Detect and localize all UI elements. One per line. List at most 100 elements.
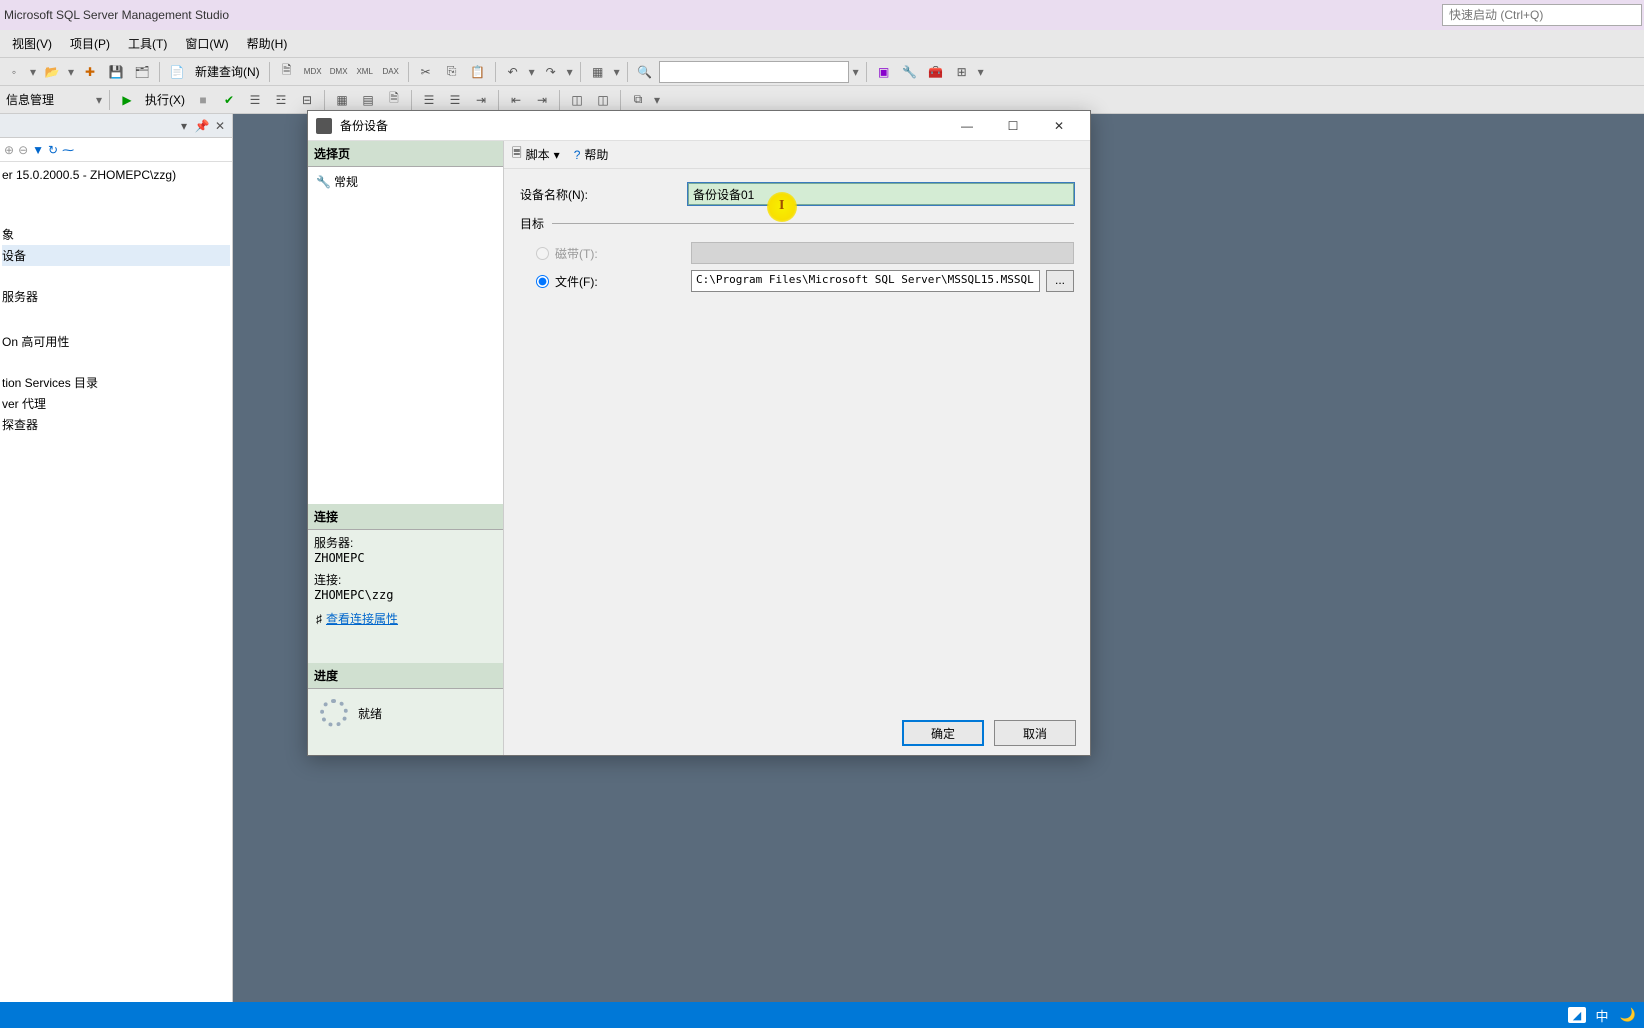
indent-icon[interactable]: ⇥: [469, 88, 493, 112]
close-button[interactable]: ✕: [1036, 111, 1082, 141]
back-dropdown-icon[interactable]: ▾: [28, 65, 38, 79]
activity-icon[interactable]: ⁓: [62, 143, 74, 157]
menu-tools[interactable]: 工具(T): [120, 31, 175, 56]
find-icon[interactable]: 🔍: [633, 60, 657, 84]
redo-icon[interactable]: ↷: [539, 60, 563, 84]
pin-icon[interactable]: 📌: [194, 118, 210, 134]
minimize-button[interactable]: —: [944, 111, 990, 141]
find-dropdown-icon[interactable]: ▾: [851, 65, 861, 79]
dax-icon[interactable]: DAX: [379, 60, 403, 84]
check-icon[interactable]: ✔: [217, 88, 241, 112]
back-icon[interactable]: ◦: [2, 60, 26, 84]
plan2-icon[interactable]: ☲: [269, 88, 293, 112]
object-explorer-tree[interactable]: er 15.0.2000.5 - ZHOMEPC\zzg) 象 设备 服务器 O…: [0, 162, 232, 1002]
results-file-icon[interactable]: 🗎: [382, 88, 406, 112]
specify2-icon[interactable]: ◫: [591, 88, 615, 112]
script-icon: 🗏: [512, 144, 522, 165]
open-dropdown-icon[interactable]: ▾: [66, 65, 76, 79]
new-query-button[interactable]: 新建查询(N): [191, 63, 264, 80]
results-text-icon[interactable]: ▤: [356, 88, 380, 112]
help-button[interactable]: 帮助: [584, 146, 608, 163]
ime-language[interactable]: 中: [1592, 1005, 1612, 1025]
undo-dropdown-icon[interactable]: ▾: [527, 65, 537, 79]
results-grid-icon[interactable]: ▦: [330, 88, 354, 112]
tree-server-node[interactable]: er 15.0.2000.5 - ZHOMEPC\zzg): [2, 166, 230, 184]
refresh-icon[interactable]: ↻: [48, 143, 58, 157]
save-icon[interactable]: 💾: [104, 60, 128, 84]
mdx-icon[interactable]: MDX: [301, 60, 325, 84]
execute-icon[interactable]: ▶: [115, 88, 139, 112]
extension-icon[interactable]: ▣: [872, 60, 896, 84]
disconnect-icon[interactable]: ⊖: [18, 143, 28, 157]
taskbar[interactable]: ◢ 中 🌙: [0, 1002, 1644, 1028]
ime-mode-icon[interactable]: 🌙: [1618, 1005, 1638, 1025]
uncomment-icon[interactable]: ☰: [443, 88, 467, 112]
undo-icon[interactable]: ↶: [501, 60, 525, 84]
quick-launch-input[interactable]: [1442, 4, 1642, 26]
new-query-icon[interactable]: 📄: [165, 60, 189, 84]
maximize-button[interactable]: ☐: [990, 111, 1036, 141]
tree-item[interactable]: 探查器: [2, 414, 230, 435]
tree-item[interactable]: 服务器: [2, 286, 230, 307]
database-dropdown-icon[interactable]: ▾: [94, 93, 104, 107]
file-path-input[interactable]: C:\Program Files\Microsoft SQL Server\MS…: [691, 270, 1040, 292]
separator: [324, 90, 325, 110]
open-icon[interactable]: 📂: [40, 60, 64, 84]
connect-icon[interactable]: ⊕: [4, 143, 14, 157]
menu-project[interactable]: 项目(P): [62, 31, 118, 56]
execute-button[interactable]: 执行(X): [141, 91, 189, 108]
file-radio[interactable]: [536, 275, 549, 288]
paste-icon[interactable]: 📋: [466, 60, 490, 84]
new-icon[interactable]: ✚: [78, 60, 102, 84]
tree-item[interactable]: tion Services 目录: [2, 372, 230, 393]
live-plan-icon[interactable]: ⊟: [295, 88, 319, 112]
page-general[interactable]: 🔧 常规: [314, 171, 497, 192]
view-connection-link[interactable]: 查看连接属性: [326, 610, 398, 627]
query-type-icon[interactable]: 🗎: [275, 60, 299, 84]
dialog-title-bar[interactable]: 备份设备 — ☐ ✕: [308, 111, 1090, 141]
tree-item[interactable]: On 高可用性: [2, 331, 230, 352]
options-dropdown-icon[interactable]: ▾: [652, 93, 662, 107]
browse-button[interactable]: ...: [1046, 270, 1074, 292]
panel-dropdown-icon[interactable]: ▾: [176, 118, 192, 134]
redo-dropdown-icon[interactable]: ▾: [565, 65, 575, 79]
tree-item[interactable]: ver 代理: [2, 393, 230, 414]
layout-dropdown-icon[interactable]: ▾: [976, 65, 986, 79]
indent2-icon[interactable]: ⇥: [530, 88, 554, 112]
tray-app-icon[interactable]: ◢: [1568, 1007, 1586, 1023]
dmx-icon[interactable]: DMX: [327, 60, 351, 84]
save-all-icon[interactable]: 🗂: [130, 60, 154, 84]
outdent-icon[interactable]: ⇤: [504, 88, 528, 112]
table-icon[interactable]: ▦: [586, 60, 610, 84]
database-combo[interactable]: 信息管理: [2, 91, 92, 108]
comment-icon[interactable]: ☰: [417, 88, 441, 112]
menu-help[interactable]: 帮助(H): [239, 31, 296, 56]
filter-icon[interactable]: ▼: [32, 143, 44, 157]
copy-icon[interactable]: ⎘: [440, 60, 464, 84]
cancel-button[interactable]: 取消: [994, 720, 1076, 746]
menu-window[interactable]: 窗口(W): [177, 31, 236, 56]
tree-item[interactable]: 象: [2, 224, 230, 245]
separator: [109, 90, 110, 110]
wrench-icon[interactable]: 🔧: [898, 60, 922, 84]
close-panel-icon[interactable]: ✕: [212, 118, 228, 134]
device-name-input[interactable]: 备份设备01: [688, 183, 1074, 205]
cut-icon[interactable]: ✂: [414, 60, 438, 84]
specify-icon[interactable]: ◫: [565, 88, 589, 112]
find-combo[interactable]: [659, 61, 849, 83]
script-dropdown-icon[interactable]: ▾: [554, 148, 560, 162]
tray-chevron-icon[interactable]: [1542, 1005, 1562, 1025]
stop-icon[interactable]: ■: [191, 88, 215, 112]
script-button[interactable]: 脚本: [526, 146, 550, 163]
tree-item-backup-device[interactable]: 设备: [2, 245, 230, 266]
layout-icon[interactable]: ⊞: [950, 60, 974, 84]
ok-button[interactable]: 确定: [902, 720, 984, 746]
xmla-icon[interactable]: XML: [353, 60, 377, 84]
sqlcmd-icon[interactable]: ⧉: [626, 88, 650, 112]
plan-icon[interactable]: ☰: [243, 88, 267, 112]
object-explorer-panel: ▾ 📌 ✕ ⊕ ⊖ ▼ ↻ ⁓ er 15.0.2000.5 - ZHOMEPC…: [0, 114, 233, 1002]
menu-view[interactable]: 视图(V): [4, 31, 60, 56]
table-dropdown-icon[interactable]: ▾: [612, 65, 622, 79]
toolbox-icon[interactable]: 🧰: [924, 60, 948, 84]
help-icon: ?: [574, 148, 581, 162]
